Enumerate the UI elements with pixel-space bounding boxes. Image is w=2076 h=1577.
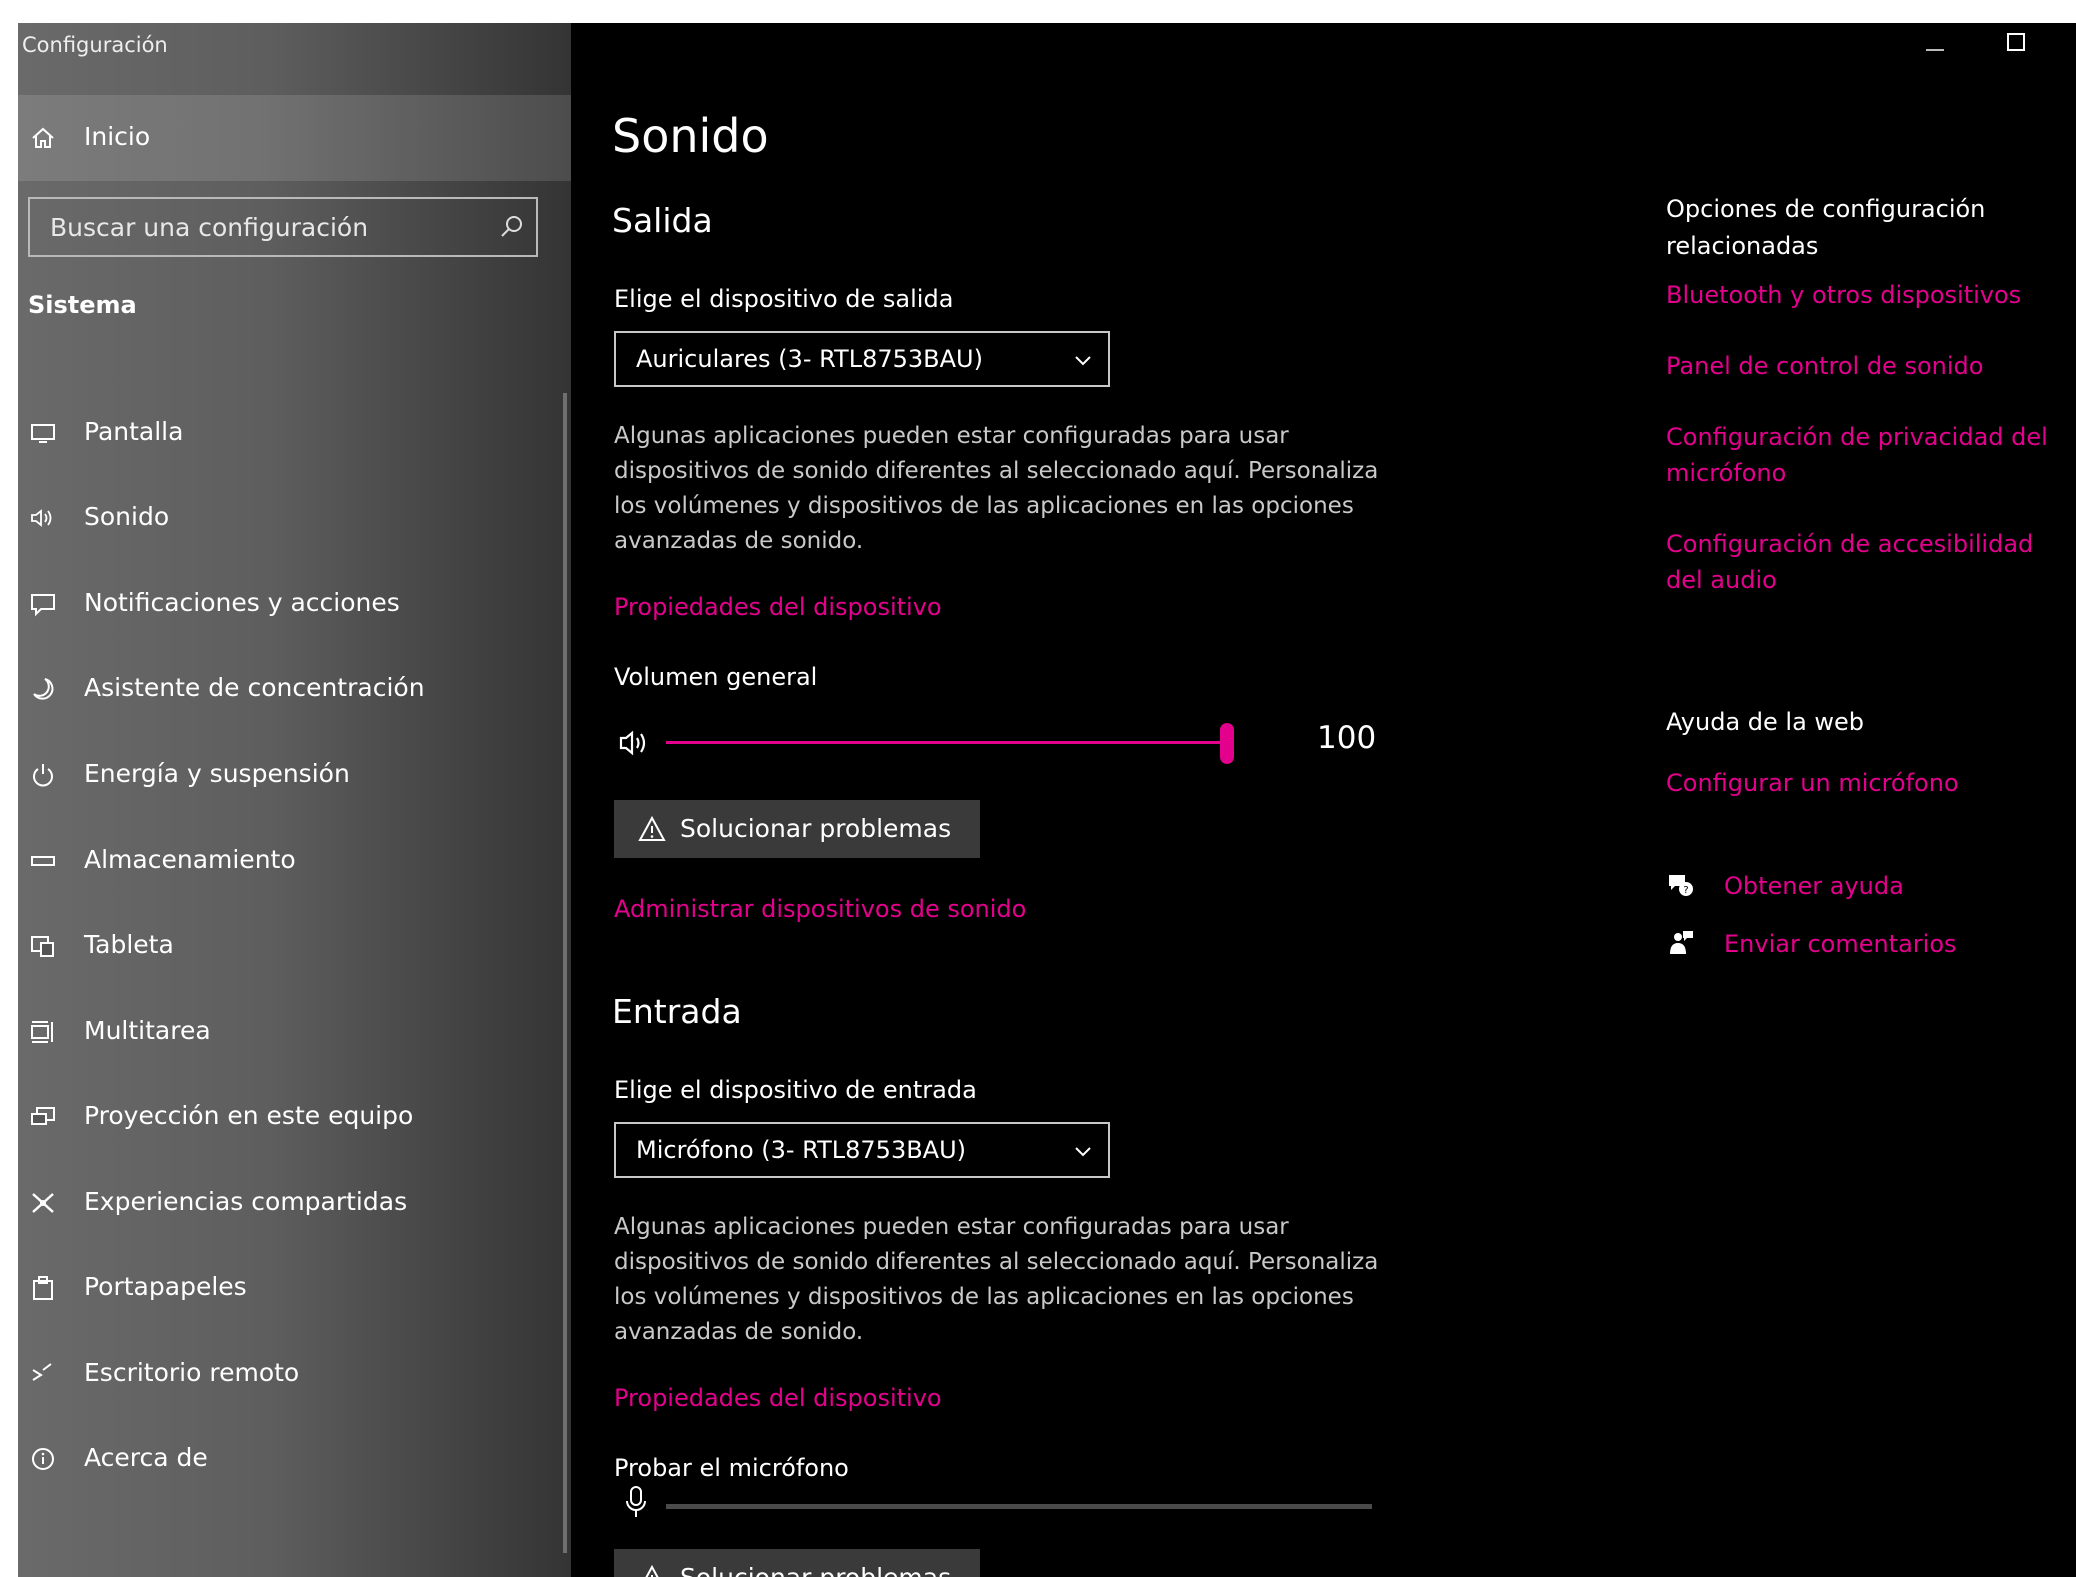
volume-slider-thumb[interactable] xyxy=(1220,723,1234,764)
send-feedback-link[interactable]: Enviar comentarios xyxy=(1724,930,1957,958)
input-troubleshoot-button[interactable]: Solucionar problemas xyxy=(614,1549,980,1577)
settings-window: Configuración Inicio Sistema Pantalla xyxy=(18,23,2076,1577)
chevron-down-icon xyxy=(1075,1147,1091,1157)
home-icon xyxy=(28,123,58,153)
storage-icon xyxy=(28,846,58,876)
sidebar-item-power[interactable]: Energía y suspensión xyxy=(18,735,571,815)
speaker-icon xyxy=(28,503,58,533)
related-settings-heading: Opciones de configuración relacionadas xyxy=(1666,195,1986,260)
volume-slider[interactable] xyxy=(666,723,1234,764)
warning-icon xyxy=(638,815,666,841)
output-description: Algunas aplicaciones pueden estar config… xyxy=(614,423,1379,554)
sidebar-item-storage[interactable]: Almacenamiento xyxy=(18,821,571,901)
input-device-dropdown[interactable]: Micrófono (3- RTL8753BAU) xyxy=(614,1122,1110,1178)
audio-accessibility-link[interactable]: Configuración de accesibilidad del audio xyxy=(1666,526,2076,598)
sidebar-item-shared-experiences[interactable]: Experiencias compartidas xyxy=(18,1163,571,1243)
troubleshoot-label: Solucionar problemas xyxy=(680,1563,951,1577)
app-title: Configuración xyxy=(22,33,168,57)
notifications-icon xyxy=(28,589,58,619)
sidebar-item-label: Proyección en este equipo xyxy=(84,1101,414,1130)
output-device-properties-link[interactable]: Propiedades del dispositivo xyxy=(614,593,942,621)
sidebar-scrollbar[interactable] xyxy=(563,393,567,1553)
svg-text:?: ? xyxy=(1683,885,1688,896)
input-device-label: Elige el dispositivo de entrada xyxy=(614,1076,977,1104)
power-icon xyxy=(28,760,58,790)
input-heading: Entrada xyxy=(612,992,742,1031)
search-box[interactable] xyxy=(28,197,538,257)
sidebar-item-label: Acerca de xyxy=(84,1443,208,1472)
sound-control-panel-link[interactable]: Panel de control de sonido xyxy=(1666,348,2076,384)
output-heading: Salida xyxy=(612,201,713,240)
sidebar-item-clipboard[interactable]: Portapapeles xyxy=(18,1248,571,1328)
output-troubleshoot-button[interactable]: Solucionar problemas xyxy=(614,800,980,858)
volume-value: 100 xyxy=(1317,720,1377,756)
sidebar-item-label: Experiencias compartidas xyxy=(84,1187,408,1216)
troubleshoot-label: Solucionar problemas xyxy=(680,814,952,843)
sidebar-item-focus-assist[interactable]: Asistente de concentración xyxy=(18,649,571,729)
microphone-level-meter xyxy=(666,1504,1372,1509)
moon-icon xyxy=(28,674,58,704)
sidebar-item-tablet[interactable]: Tableta xyxy=(18,906,571,986)
volume-slider-track xyxy=(666,741,1234,744)
sidebar-item-label: Pantalla xyxy=(84,417,184,446)
sidebar-item-label: Almacenamiento xyxy=(84,845,296,874)
output-device-label: Elige el dispositivo de salida xyxy=(614,285,954,313)
bluetooth-devices-link[interactable]: Bluetooth y otros dispositivos xyxy=(1666,277,2076,313)
microphone-icon xyxy=(626,1486,646,1517)
sidebar-item-label: Multitarea xyxy=(84,1016,211,1045)
title-bar: Configuración xyxy=(18,23,571,93)
sidebar-item-label: Tableta xyxy=(84,930,174,959)
get-help-icon: ? xyxy=(1669,875,1693,896)
web-help-heading: Ayuda de la web xyxy=(1666,708,1865,736)
sidebar-item-label: Sonido xyxy=(84,502,170,531)
sidebar-item-remote-desktop[interactable]: Escritorio remoto xyxy=(18,1334,571,1414)
sidebar-item-notifications[interactable]: Notificaciones y acciones xyxy=(18,564,571,644)
sidebar-item-about[interactable]: Acerca de xyxy=(18,1419,571,1499)
output-device-dropdown[interactable]: Auriculares (3- RTL8753BAU) xyxy=(614,331,1110,387)
sidebar-item-label: Escritorio remoto xyxy=(84,1358,300,1387)
input-device-properties-link[interactable]: Propiedades del dispositivo xyxy=(614,1384,942,1412)
speaker-icon[interactable] xyxy=(618,725,658,761)
microphone-privacy-link[interactable]: Configuración de privacidad del micrófon… xyxy=(1666,419,2076,491)
page-title: Sonido xyxy=(612,109,769,163)
test-microphone-label: Probar el micrófono xyxy=(614,1454,849,1482)
info-icon xyxy=(28,1444,58,1474)
feedback-icon xyxy=(1670,931,1693,954)
sidebar-item-projection[interactable]: Proyección en este equipo xyxy=(18,1077,571,1157)
sidebar-item-label: Portapapeles xyxy=(84,1272,247,1301)
minimize-icon[interactable] xyxy=(1924,39,1946,61)
input-device-value: Micrófono (3- RTL8753BAU) xyxy=(636,1136,967,1164)
projection-icon xyxy=(28,1102,58,1132)
maximize-icon[interactable] xyxy=(2005,31,2027,53)
search-icon[interactable] xyxy=(498,213,526,241)
sidebar: Configuración Inicio Sistema Pantalla xyxy=(18,23,571,1577)
warning-icon xyxy=(645,1564,659,1577)
chevron-down-icon xyxy=(1075,356,1091,366)
output-device-value: Auriculares (3- RTL8753BAU) xyxy=(636,345,983,373)
shared-experiences-icon xyxy=(28,1188,58,1218)
volume-label: Volumen general xyxy=(614,663,818,691)
sidebar-item-display[interactable]: Pantalla xyxy=(18,393,571,473)
multitask-icon xyxy=(28,1017,58,1047)
sidebar-item-sound[interactable]: Sonido xyxy=(18,478,571,558)
sidebar-section-title: Sistema xyxy=(28,291,137,319)
tablet-icon xyxy=(28,931,58,961)
remote-desktop-icon xyxy=(28,1359,58,1389)
sidebar-item-label: Asistente de concentración xyxy=(84,673,425,702)
sidebar-item-home[interactable]: Inicio xyxy=(18,95,571,181)
get-help-link[interactable]: Obtener ayuda xyxy=(1724,872,1904,900)
setup-microphone-link[interactable]: Configurar un micrófono xyxy=(1666,769,1959,797)
manage-sound-devices-link[interactable]: Administrar dispositivos de sonido xyxy=(614,895,1026,923)
sidebar-item-label: Energía y suspensión xyxy=(84,759,350,788)
input-description: Algunas aplicaciones pueden estar config… xyxy=(614,1214,1379,1345)
sidebar-item-label: Inicio xyxy=(84,122,151,151)
sidebar-item-label: Notificaciones y acciones xyxy=(84,588,400,617)
monitor-icon xyxy=(28,418,58,448)
sidebar-item-multitasking[interactable]: Multitarea xyxy=(18,992,571,1072)
clipboard-icon xyxy=(28,1273,58,1303)
search-input[interactable] xyxy=(30,199,480,255)
